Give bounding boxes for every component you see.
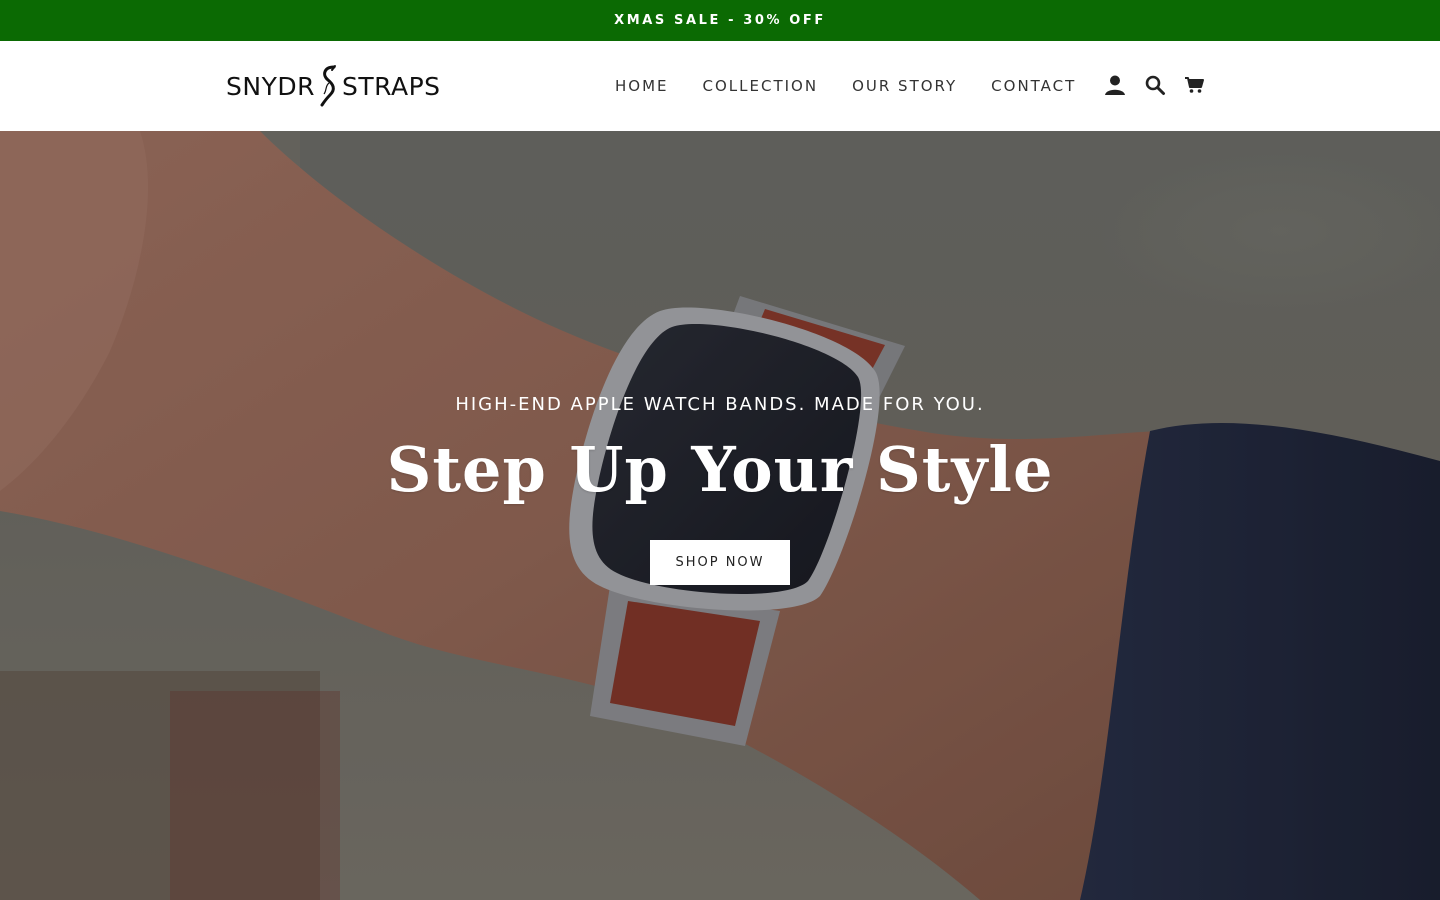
main-nav: HOME COLLECTION OUR STORY CONTACT [598, 41, 1093, 131]
logo-text-left: SNYDR [226, 71, 315, 101]
nav-collection[interactable]: COLLECTION [686, 77, 836, 95]
account-icon[interactable] [1104, 74, 1126, 96]
announcement-bar: XMAS SALE - 30% OFF [0, 0, 1440, 41]
hero-section: HIGH-END APPLE WATCH BANDS. MADE FOR YOU… [0, 131, 1440, 900]
logo-s-mark-icon [320, 65, 336, 107]
nav-home[interactable]: HOME [598, 77, 686, 95]
shop-now-button[interactable]: SHOP NOW [650, 540, 790, 585]
cart-icon[interactable] [1184, 74, 1206, 96]
nav-contact[interactable]: CONTACT [974, 77, 1093, 95]
site-header: SNYDR STRAPS HOME COLLECTION OUR STORY C… [0, 41, 1440, 131]
hero-title: Step Up Your Style [386, 433, 1054, 506]
search-icon[interactable] [1144, 74, 1166, 96]
hero-content: HIGH-END APPLE WATCH BANDS. MADE FOR YOU… [0, 131, 1440, 900]
hero-subtitle: HIGH-END APPLE WATCH BANDS. MADE FOR YOU… [455, 394, 985, 415]
logo-text-right: STRAPS [341, 71, 441, 101]
header-icons [1104, 73, 1206, 97]
logo[interactable]: SNYDR STRAPS [226, 64, 441, 108]
announcement-text: XMAS SALE - 30% OFF [614, 13, 826, 28]
nav-our-story[interactable]: OUR STORY [835, 77, 974, 95]
